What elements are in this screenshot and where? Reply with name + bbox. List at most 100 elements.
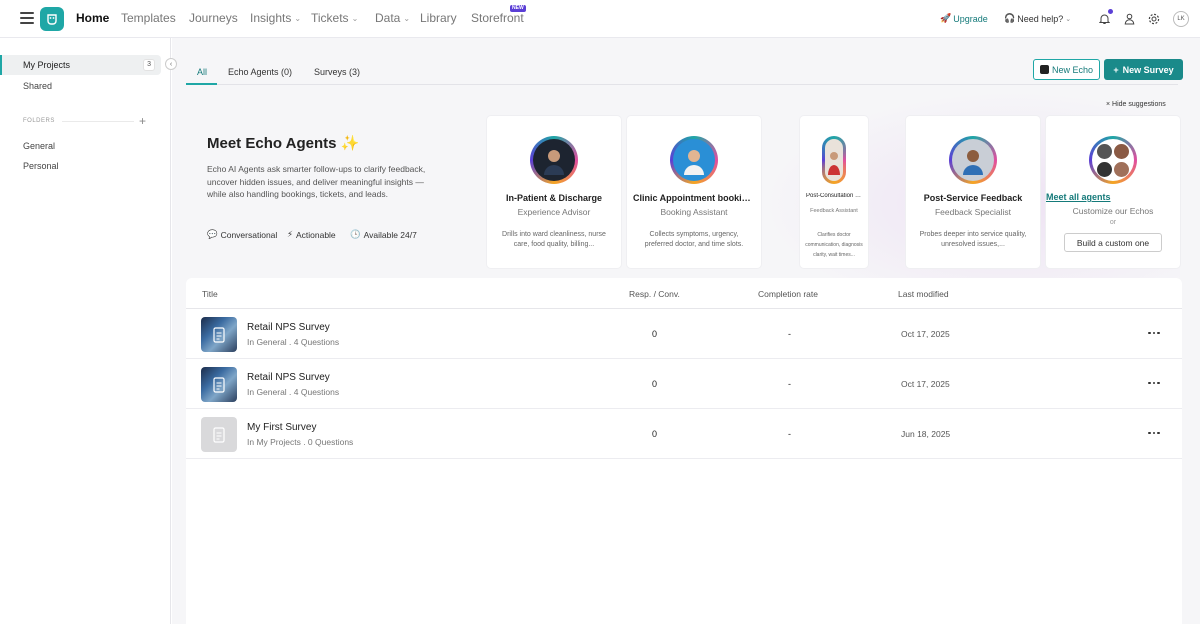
agent-name: Post-Consultation Feedback [806, 193, 868, 199]
new-survey-button[interactable]: + New Survey [1104, 59, 1183, 80]
agent-card[interactable]: Post-Service Feedback Feedback Specialis… [906, 116, 1040, 268]
echo-icon [1039, 65, 1049, 74]
survey-subtitle: In General . 4 Questions [247, 337, 340, 347]
survey-responses: 0 [652, 379, 658, 389]
column-header-modified[interactable]: Last modified [898, 289, 949, 299]
agent-name: Post-Service Feedback [923, 193, 1023, 203]
user-button[interactable] [1122, 12, 1136, 26]
folder-label: Personal [23, 161, 59, 171]
customize-text: Customize our Echos [1072, 206, 1154, 216]
help-menu[interactable]: 🎧 Need help? ⌄ [1004, 13, 1071, 24]
survey-thumbnail [201, 367, 237, 402]
avatar[interactable]: LK [1173, 11, 1189, 27]
active-tab-indicator [186, 83, 217, 85]
document-icon [213, 376, 225, 393]
survey-responses: 0 [652, 329, 658, 339]
nav-home[interactable]: Home [76, 11, 109, 25]
sidebar-item-label: My Projects [23, 60, 71, 70]
app-logo[interactable] [40, 7, 64, 31]
close-icon: × [1106, 101, 1111, 108]
collapse-sidebar-icon[interactable]: ‹ [165, 58, 177, 70]
nav-templates[interactable]: Templates [121, 11, 176, 25]
headset-icon: 🎧 [1004, 13, 1016, 23]
notification-button[interactable] [1097, 9, 1113, 26]
tab-echo-agents[interactable]: Echo Agents (0) [228, 67, 292, 77]
column-header-title[interactable]: Title [202, 289, 218, 299]
agent-card[interactable]: Post-Consultation Feedback Feedback Assi… [800, 116, 868, 268]
user-icon [1124, 13, 1134, 25]
agent-role: Booking Assistant [660, 207, 728, 217]
agent-avatar [949, 136, 997, 184]
tab-surveys[interactable]: Surveys (3) [314, 67, 360, 77]
chevron-down-icon: ⌄ [1065, 15, 1072, 23]
survey-responses: 0 [652, 429, 658, 439]
echo-agents-title: Meet Echo Agents ✨ [207, 135, 360, 152]
new-echo-button[interactable]: New Echo [1033, 59, 1100, 80]
chevron-down-icon: ⌄ [294, 13, 302, 23]
menu-icon[interactable] [20, 12, 34, 24]
sidebar-item-shared[interactable]: Shared [0, 76, 161, 96]
survey-subtitle: In General . 4 Questions [247, 387, 340, 397]
chevron-down-icon: ⌄ [403, 13, 411, 23]
feature-actionable: ⚡ Actionable [287, 229, 336, 240]
agent-role: Experience Advisor [517, 207, 591, 217]
meet-all-agents-link[interactable]: Meet all agents [1046, 192, 1180, 202]
agent-description: Probes deeper into service quality, unre… [919, 231, 1027, 248]
survey-completion: - [788, 379, 791, 389]
or-text: or [1109, 219, 1117, 226]
nav-library[interactable]: Library [420, 11, 457, 25]
table-row[interactable]: Retail NPS Survey In General . 4 Questio… [186, 359, 1182, 409]
bell-icon [1098, 14, 1110, 24]
more-options-icon[interactable] [1147, 426, 1161, 440]
survey-title: Retail NPS Survey [247, 372, 330, 383]
agent-name: Clinic Appointment bookings [633, 193, 758, 203]
survey-title: Retail NPS Survey [247, 322, 330, 333]
agent-card[interactable]: In-Patient & Discharge Experience Adviso… [487, 116, 621, 268]
nav-journeys[interactable]: Journeys [189, 11, 238, 25]
survey-subtitle: In My Projects . 0 Questions [247, 437, 354, 447]
nav-tickets[interactable]: Tickets ⌄ [311, 11, 358, 25]
plus-icon: + [1113, 64, 1119, 75]
echo-agents-description: Echo AI Agents ask smarter follow-ups to… [207, 164, 426, 199]
nav-data[interactable]: Data ⌄ [375, 11, 410, 25]
agent-role: Feedback Assistant [810, 208, 858, 214]
survey-title: My First Survey [247, 422, 317, 433]
bolt-icon: ⚡ [287, 229, 293, 239]
build-custom-button[interactable]: Build a custom one [1064, 233, 1162, 252]
agent-description: Collects symptoms, urgency, preferred do… [644, 231, 744, 248]
add-folder-icon[interactable]: + [139, 114, 146, 128]
sidebar-item-label: Shared [23, 81, 53, 91]
sidebar: My Projects 3 Shared FOLDERS + General P… [0, 38, 171, 624]
document-icon [213, 426, 225, 443]
more-options-icon[interactable] [1147, 326, 1161, 340]
agent-role: Feedback Specialist [934, 207, 1012, 217]
folder-label: General [23, 141, 56, 151]
agent-avatar [530, 136, 578, 184]
notification-dot [1108, 9, 1113, 14]
nav-storefront[interactable]: Storefront [471, 11, 524, 25]
chat-icon: 💬 [207, 229, 218, 239]
tabs-divider [186, 84, 1178, 85]
more-options-icon[interactable] [1147, 376, 1161, 390]
sidebar-folder-general[interactable]: General [0, 136, 161, 156]
folders-heading: FOLDERS [23, 118, 55, 124]
clock-icon: 🕒 [350, 229, 361, 239]
survey-completion: - [788, 329, 791, 339]
table-row[interactable]: Retail NPS Survey In General . 4 Questio… [186, 309, 1182, 359]
sidebar-item-my-projects[interactable]: My Projects 3 [0, 55, 161, 75]
survey-modified: Oct 17, 2025 [901, 379, 950, 389]
upgrade-link[interactable]: 🚀 Upgrade [940, 13, 988, 24]
top-navigation: Home Templates Journeys Insights ⌄ Ticket… [0, 0, 1200, 38]
nav-insights[interactable]: Insights ⌄ [250, 11, 301, 25]
survey-completion: - [788, 429, 791, 439]
agent-card[interactable]: Clinic Appointment bookings Booking Assi… [627, 116, 761, 268]
table-row[interactable]: My First Survey In My Projects . 0 Quest… [186, 409, 1182, 459]
chevron-down-icon: ⌄ [351, 13, 359, 23]
column-header-completion[interactable]: Completion rate [758, 289, 818, 299]
column-header-responses[interactable]: Resp. / Conv. [629, 289, 680, 299]
feature-conversational: 💬 Conversational [207, 229, 278, 240]
tab-all[interactable]: All [197, 67, 207, 77]
hide-suggestions-button[interactable]: × Hide suggestions [1106, 101, 1166, 108]
sidebar-folder-personal[interactable]: Personal [0, 156, 161, 176]
settings-button[interactable] [1147, 12, 1161, 26]
